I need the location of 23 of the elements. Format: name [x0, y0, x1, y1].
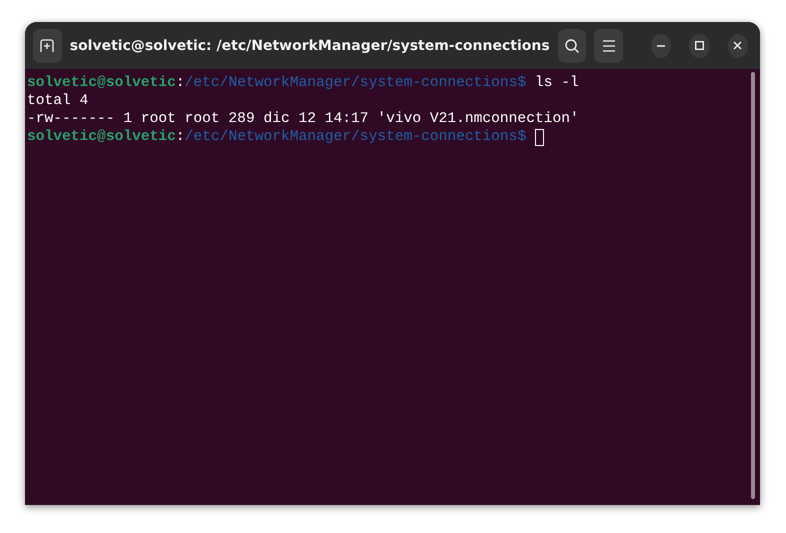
menu-button[interactable] [594, 28, 624, 62]
maximize-button[interactable] [689, 34, 710, 58]
search-button[interactable] [558, 28, 586, 62]
menu-icon [602, 40, 616, 52]
minimize-icon [657, 44, 666, 46]
terminal-text: total 4 [27, 92, 88, 110]
close-button[interactable] [728, 34, 748, 58]
terminal-text: ls -l [534, 74, 579, 92]
new-tab-button[interactable] [33, 28, 62, 62]
prompt-user: solvetic@solvetic [27, 128, 176, 146]
terminal-text: -rw------- 1 root root 289 dic 12 14:17 'vivo V21.nmconnection' [27, 110, 579, 128]
scrollbar[interactable] [751, 72, 755, 499]
terminal-text: : [176, 74, 185, 92]
new-tab-icon [39, 38, 56, 52]
maximize-icon [695, 41, 704, 50]
window-title: solvetic@solvetic: /etc/NetworkManager/system-connections [70, 38, 550, 54]
terminal-text: : [176, 128, 185, 146]
prompt-user: solvetic@solvetic [27, 74, 176, 92]
prompt-path: /etc/NetworkManager/system-connections$ [184, 74, 526, 92]
minimize-button[interactable] [651, 34, 672, 58]
prompt-path: /etc/NetworkManager/system-connections$ [184, 128, 526, 146]
search-icon [564, 38, 580, 54]
close-icon [733, 41, 742, 50]
